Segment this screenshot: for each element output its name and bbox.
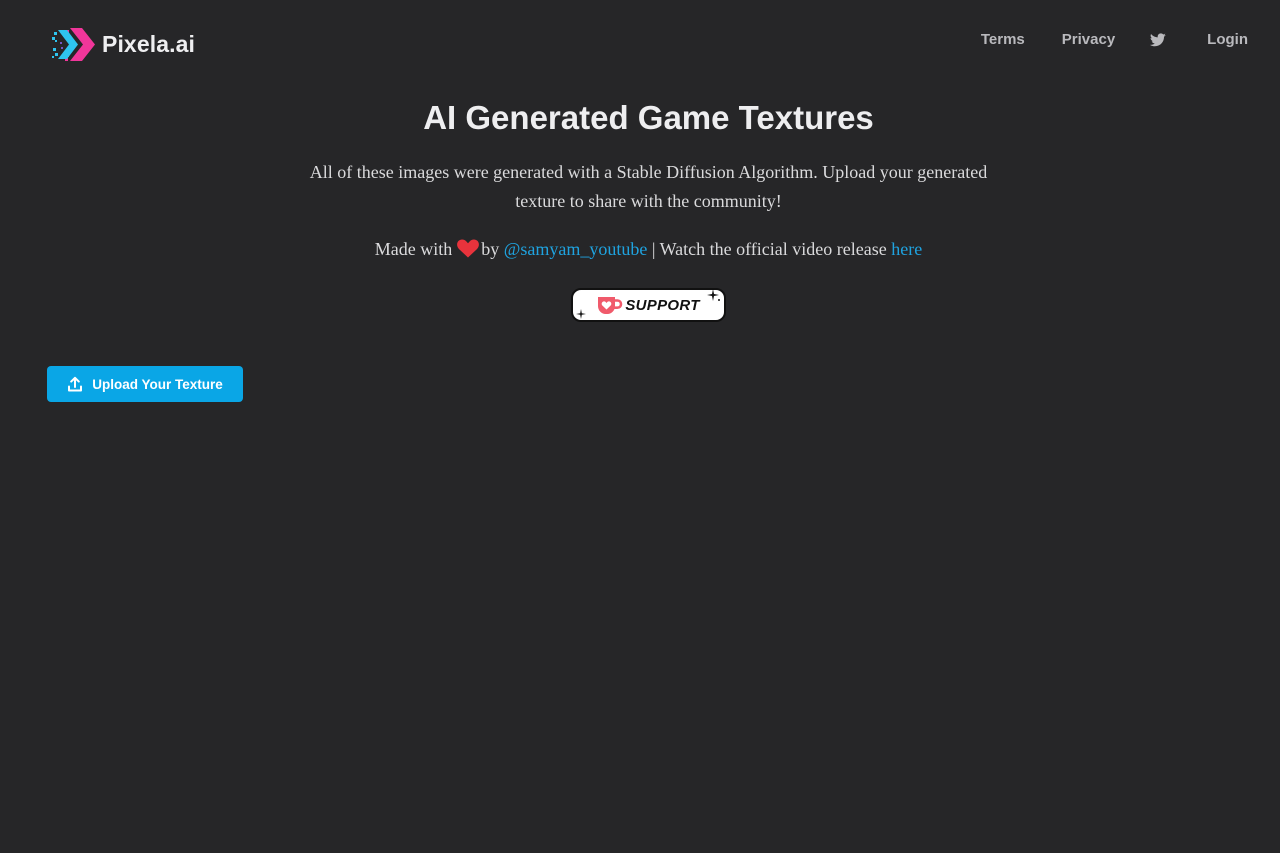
support-label: SUPPORT — [625, 296, 700, 314]
by-text: by — [481, 239, 500, 259]
upload-texture-label: Upload Your Texture — [92, 376, 223, 392]
top-nav: Terms Privacy Login — [981, 30, 1248, 50]
heart-icon — [457, 239, 480, 258]
support-button[interactable]: SUPPORT — [571, 288, 726, 322]
watch-text: | Watch the official video release — [651, 239, 887, 259]
sparkle-icon — [576, 309, 586, 319]
upload-texture-button[interactable]: Upload Your Texture — [47, 366, 243, 402]
page-description: All of these images were generated with … — [309, 162, 988, 211]
sparkle-icon — [707, 289, 720, 301]
logo-link[interactable]: Pixela.ai — [52, 26, 195, 63]
nav-twitter-link[interactable] — [1150, 33, 1166, 47]
nav-privacy-link[interactable]: Privacy — [1062, 30, 1115, 50]
upload-icon — [68, 376, 83, 392]
nav-terms-link[interactable]: Terms — [981, 30, 1025, 50]
nav-login-link[interactable]: Login — [1207, 30, 1248, 50]
video-link[interactable]: here — [891, 239, 922, 259]
site-header: Pixela.ai Terms Privacy Login — [0, 0, 1280, 88]
made-with-prefix: Made with — [374, 239, 453, 259]
made-with-line: Made with by @samyam_youtube | Watch the … — [0, 235, 1280, 263]
pixela-logo-icon — [52, 28, 95, 61]
twitter-icon — [1150, 33, 1166, 47]
logo-text: Pixela.ai — [102, 31, 195, 57]
page-title: AI Generated Game Textures — [423, 99, 874, 136]
coffee-cup-heart-icon — [598, 297, 623, 314]
author-link[interactable]: @samyam_youtube — [504, 239, 648, 259]
